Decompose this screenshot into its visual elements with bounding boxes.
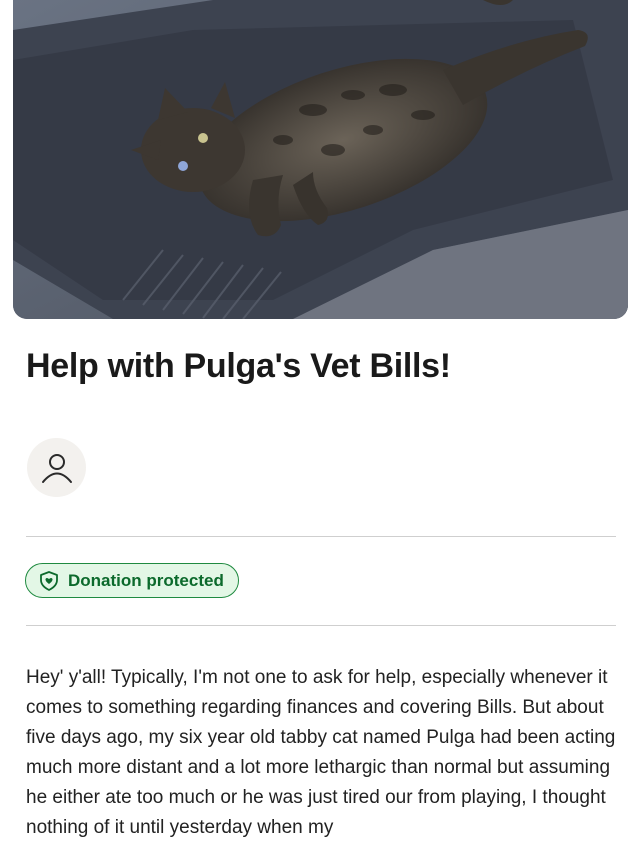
hero-image[interactable] bbox=[13, 0, 628, 319]
cat-photo bbox=[13, 0, 628, 319]
user-icon bbox=[41, 453, 72, 483]
campaign-page: Help with Pulga's Vet Bills! Donation pr… bbox=[0, 0, 640, 853]
organizer-avatar[interactable] bbox=[27, 438, 86, 497]
donation-protected-badge[interactable]: Donation protected bbox=[25, 563, 239, 598]
divider-top bbox=[26, 536, 616, 537]
shield-heart-icon bbox=[40, 570, 58, 591]
campaign-story: Hey' y'all! Typically, I'm not one to as… bbox=[26, 667, 616, 838]
campaign-title: Help with Pulga's Vet Bills! bbox=[26, 347, 451, 385]
donation-protected-label: Donation protected bbox=[68, 570, 224, 590]
divider-bottom bbox=[26, 625, 616, 626]
